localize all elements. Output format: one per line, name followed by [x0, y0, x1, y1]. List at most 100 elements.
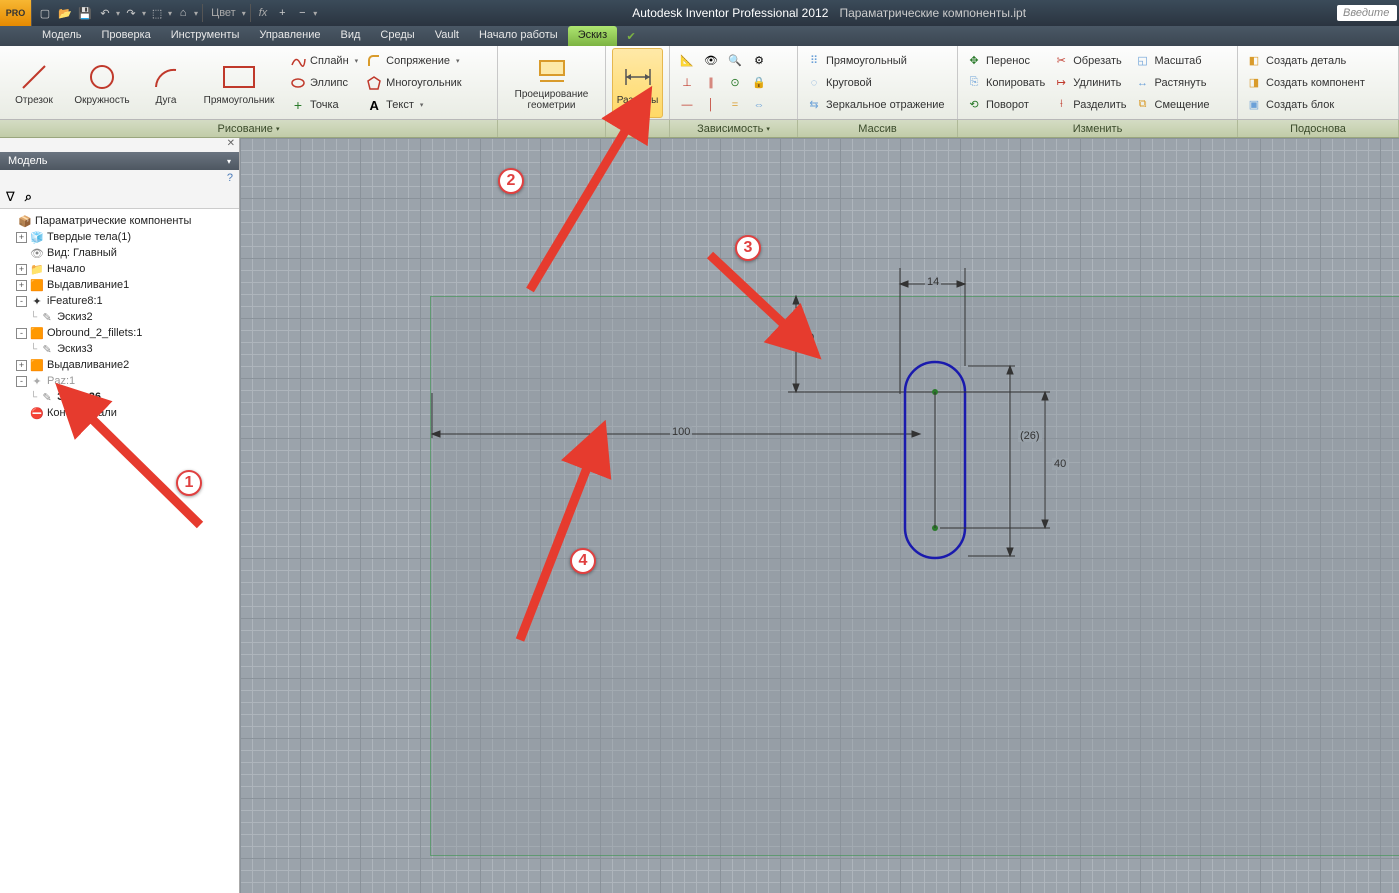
mirror-button[interactable]: ⇆Зеркальное отражение [804, 94, 947, 116]
finish-sketch-icon[interactable]: ✔ [627, 30, 636, 43]
tree-item[interactable]: +🟧Выдавливание1 [2, 277, 237, 293]
symmetric-icon[interactable]: ⇔ [748, 95, 770, 115]
expand-icon[interactable]: - [16, 328, 27, 339]
tree-item[interactable]: └✎Эскиз26 [2, 389, 237, 405]
tab-model[interactable]: Модель [32, 26, 91, 46]
dim-26[interactable]: (26) [1018, 430, 1042, 442]
dim-40[interactable]: 40 [1052, 458, 1068, 470]
equal-icon[interactable]: = [724, 95, 746, 115]
create-part-button[interactable]: ◧Создать деталь [1244, 50, 1367, 72]
select-icon[interactable]: ⬚ [148, 4, 166, 22]
model-tree[interactable]: 📦Параматрические компоненты+🧊Твердые тел… [0, 209, 239, 893]
create-component-button[interactable]: ◨Создать компонент [1244, 72, 1367, 94]
constraint-settings-icon[interactable]: ⚙ [748, 51, 770, 71]
point-button[interactable]: +Точка [288, 94, 360, 116]
circular-pattern-button[interactable]: ◌Круговой [804, 72, 947, 94]
redo-icon[interactable]: ↷ [122, 4, 140, 22]
rotate-button[interactable]: ⟲Поворот [964, 94, 1047, 116]
browser-close-icon[interactable]: ✕ [0, 138, 239, 152]
text-button[interactable]: AТекст▾ [364, 94, 463, 116]
spline-button[interactable]: Сплайн▾ [288, 50, 360, 72]
expand-icon[interactable]: + [16, 360, 27, 371]
annotation-badge-2: 2 [498, 168, 524, 194]
filter-icon[interactable]: ∇ [6, 189, 15, 205]
copy-button[interactable]: ⎘Копировать [964, 72, 1047, 94]
app-logo[interactable]: PRO [0, 0, 32, 26]
constraint-vis-icon[interactable]: 👁 [700, 51, 722, 71]
tree-item[interactable]: +📁Начало [2, 261, 237, 277]
expand-icon[interactable]: + [16, 232, 27, 243]
dim-20[interactable]: 20 [800, 332, 816, 344]
offset-button[interactable]: ⧉Смещение [1133, 94, 1212, 116]
browser-help-icon[interactable]: ? [0, 170, 239, 186]
arc-button[interactable]: Дуга [142, 48, 190, 118]
search-input[interactable]: Введите [1337, 5, 1397, 21]
dimension-button[interactable]: Размеры [612, 48, 663, 118]
tab-getstarted[interactable]: Начало работы [469, 26, 568, 46]
drawing-canvas[interactable]: 100 20 14 (26) 40 [240, 138, 1399, 893]
fx-label[interactable]: fx [255, 7, 272, 19]
perpendicular-icon[interactable]: ∥ [700, 73, 722, 93]
tree-item[interactable]: └✎Эскиз3 [2, 341, 237, 357]
fillet-button[interactable]: Сопряжение▾ [364, 50, 463, 72]
lock-icon[interactable]: 🔒 [748, 73, 770, 93]
save-icon[interactable]: 💾 [76, 4, 94, 22]
split-button[interactable]: ⟊Разделить [1051, 94, 1128, 116]
panel-label-constrain[interactable]: Зависимость▾ [670, 120, 798, 137]
move-button[interactable]: ✥Перенос [964, 50, 1047, 72]
vertical-icon[interactable]: │ [700, 95, 722, 115]
tree-item-label: Obround_2_fillets:1 [47, 327, 142, 339]
undo-icon[interactable]: ↶ [96, 4, 114, 22]
tree-item[interactable]: └✎Эскиз2 [2, 309, 237, 325]
expand-icon[interactable]: + [16, 280, 27, 291]
horizontal-icon[interactable]: — [676, 95, 698, 115]
tree-item[interactable]: 📦Параматрические компоненты [2, 213, 237, 229]
new-icon[interactable]: ▢ [36, 4, 54, 22]
create-block-button[interactable]: ▣Создать блок [1244, 94, 1367, 116]
tree-item[interactable]: -✦Paz:1 [2, 373, 237, 389]
tree-item[interactable]: 👁Вид: Главный [2, 245, 237, 261]
dim-100[interactable]: 100 [670, 426, 692, 438]
show-constraint-icon[interactable]: 🔍 [724, 51, 746, 71]
scale-button[interactable]: ◱Масштаб [1133, 50, 1212, 72]
tab-vault[interactable]: Vault [425, 26, 469, 46]
tree-item[interactable]: ⛔Конец детали [2, 405, 237, 421]
expand-icon[interactable]: - [16, 376, 27, 387]
home-icon[interactable]: ⌂ [174, 4, 192, 22]
expand-icon[interactable]: - [16, 296, 27, 307]
tangent-icon[interactable]: ⊙ [724, 73, 746, 93]
tab-sketch[interactable]: Эскиз [568, 26, 617, 46]
auto-dim-icon[interactable]: 📐 [676, 51, 698, 71]
tree-item[interactable]: +🧊Твердые тела(1) [2, 229, 237, 245]
tree-item[interactable]: -🟧Obround_2_fillets:1 [2, 325, 237, 341]
tab-inspect[interactable]: Проверка [91, 26, 160, 46]
panel-label-draw[interactable]: Рисование▾ [0, 120, 498, 137]
stretch-button[interactable]: ↔Растянуть [1133, 72, 1212, 94]
polygon-button[interactable]: Многоугольник [364, 72, 463, 94]
rectangle-button[interactable]: Прямоугольник [194, 48, 284, 118]
minus-icon[interactable]: − [293, 4, 311, 22]
project-geometry-button[interactable]: Проецирование геометрии [504, 48, 599, 118]
rectangular-pattern-button[interactable]: ⠿Прямоугольный [804, 50, 947, 72]
scale-icon: ◱ [1135, 53, 1151, 69]
circle-button[interactable]: Окружность [66, 48, 138, 118]
tree-item[interactable]: -✦iFeature8:1 [2, 293, 237, 309]
tab-tools[interactable]: Инструменты [161, 26, 250, 46]
tab-view[interactable]: Вид [331, 26, 371, 46]
extend-button[interactable]: ↦Удлинить [1051, 72, 1128, 94]
line-button[interactable]: Отрезок [6, 48, 62, 118]
plus-icon[interactable]: + [273, 4, 291, 22]
expand-icon[interactable]: + [16, 264, 27, 275]
trim-button[interactable]: ✂Обрезать [1051, 50, 1128, 72]
tab-manage[interactable]: Управление [249, 26, 330, 46]
open-icon[interactable]: 📂 [56, 4, 74, 22]
dim-14[interactable]: 14 [925, 276, 941, 288]
browser-header[interactable]: Модель▾ [0, 152, 239, 170]
ellipse-button[interactable]: Эллипс [288, 72, 360, 94]
tree-item[interactable]: +🟧Выдавливание2 [2, 357, 237, 373]
tab-environ[interactable]: Среды [370, 26, 424, 46]
tree-item-label: Конец детали [47, 407, 117, 419]
find-icon[interactable]: ⌕ [25, 189, 32, 205]
cube-icon: 📦 [18, 214, 32, 228]
coincident-icon[interactable]: ⊥ [676, 73, 698, 93]
